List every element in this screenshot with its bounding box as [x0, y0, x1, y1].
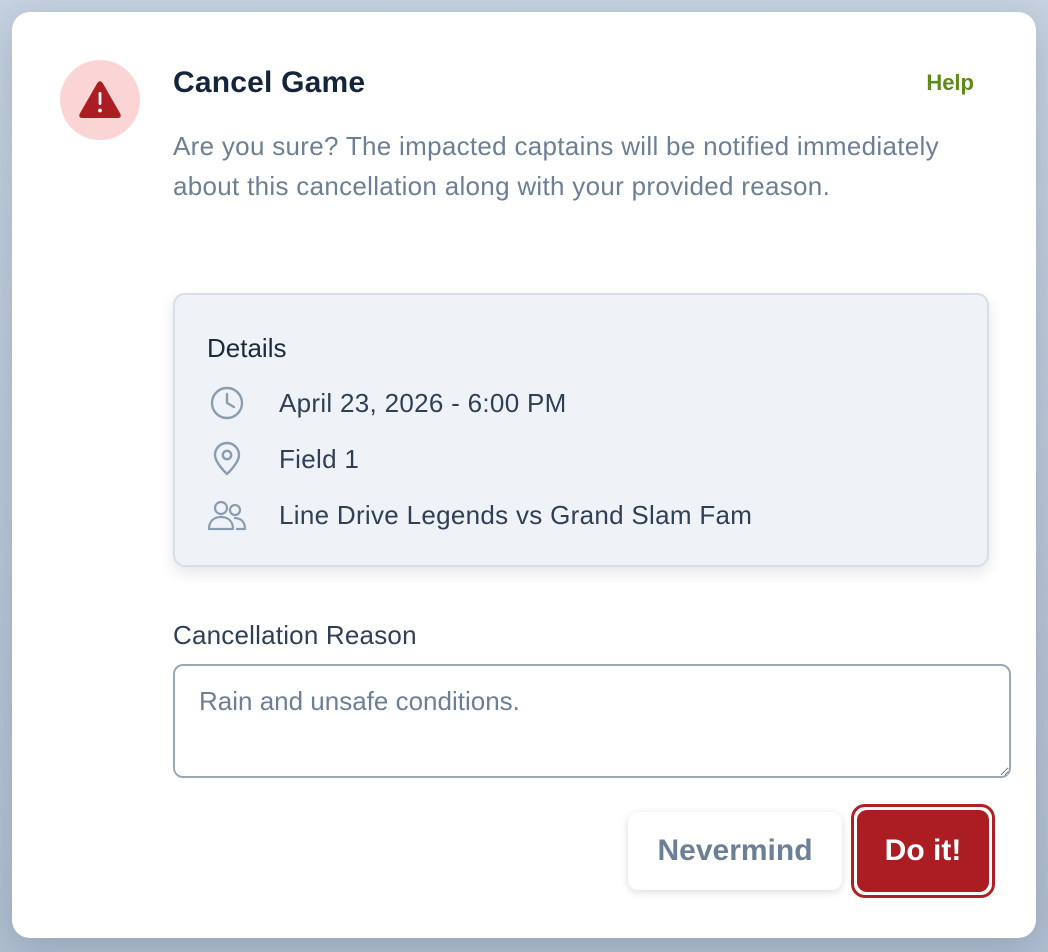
detail-datetime: April 23, 2026 - 6:00 PM	[279, 387, 567, 418]
warning-badge	[60, 60, 140, 140]
cancellation-reason-field[interactable]: Rain and unsafe conditions.	[173, 664, 1011, 778]
detail-location: Field 1	[279, 443, 360, 474]
reason-label: Cancellation Reason	[173, 620, 417, 650]
details-card: Details April 23, 2026 - 6:00 PM Field 1	[173, 293, 989, 567]
help-link[interactable]: Help	[926, 70, 974, 96]
users-icon	[207, 495, 247, 535]
clock-icon	[207, 383, 247, 423]
detail-row-matchup: Line Drive Legends vs Grand Slam Fam	[207, 495, 752, 535]
cancel-game-dialog: Cancel Game Help Are you sure? The impac…	[12, 12, 1036, 938]
detail-row-datetime: April 23, 2026 - 6:00 PM	[207, 383, 567, 423]
warning-triangle-icon	[79, 81, 121, 118]
map-pin-icon	[207, 439, 247, 479]
confirm-cancel-button[interactable]: Do it!	[857, 810, 989, 892]
details-title: Details	[207, 333, 287, 363]
dialog-description: Are you sure? The impacted captains will…	[173, 131, 939, 201]
detail-row-location: Field 1	[207, 439, 359, 479]
detail-matchup: Line Drive Legends vs Grand Slam Fam	[279, 499, 753, 530]
dialog-title: Cancel Game	[173, 66, 366, 99]
nevermind-button[interactable]: Nevermind	[628, 812, 842, 890]
